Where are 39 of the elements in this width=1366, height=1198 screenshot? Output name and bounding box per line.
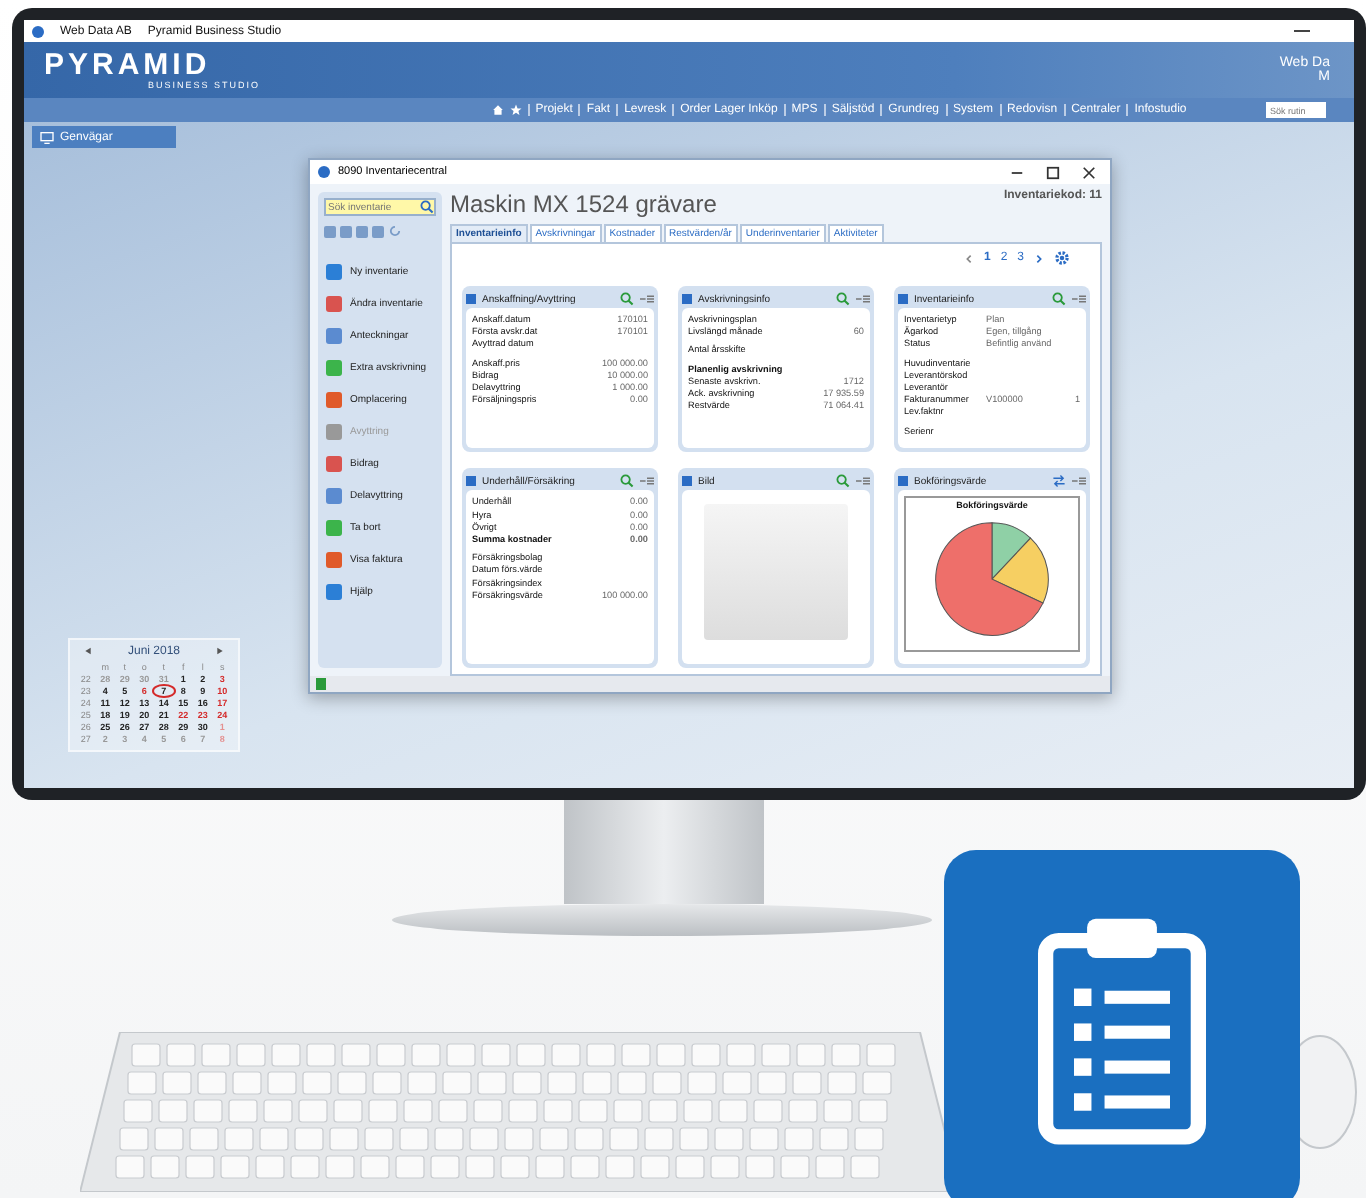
monitor-icon bbox=[40, 131, 54, 143]
zoom-icon[interactable] bbox=[620, 292, 634, 306]
swap-arrows-icon[interactable] bbox=[1052, 474, 1066, 489]
card-icon bbox=[898, 294, 908, 304]
pin-menu-icon[interactable] bbox=[856, 294, 870, 304]
previous-month-arrow[interactable] bbox=[84, 646, 92, 656]
card-icon bbox=[682, 476, 692, 487]
zoom-icon[interactable] bbox=[620, 474, 634, 489]
last-record-button[interactable] bbox=[372, 225, 384, 237]
card-icon bbox=[898, 476, 908, 487]
zoom-icon[interactable] bbox=[1052, 292, 1066, 306]
clipboard-list-icon bbox=[944, 850, 1300, 1198]
card-icon bbox=[466, 476, 476, 487]
search-icon bbox=[420, 200, 434, 214]
maximize-icon[interactable] bbox=[1045, 165, 1059, 179]
pin-menu-icon[interactable] bbox=[640, 476, 654, 487]
zoom-icon[interactable] bbox=[836, 292, 850, 306]
info-icon bbox=[316, 678, 326, 690]
app-icon bbox=[318, 166, 330, 178]
app-icon bbox=[32, 25, 44, 37]
star-icon[interactable] bbox=[509, 104, 522, 116]
photo-placeholder bbox=[704, 504, 848, 641]
refresh-icon[interactable] bbox=[388, 224, 402, 238]
pin-menu-icon[interactable] bbox=[856, 476, 870, 487]
logo-wordmark: PYRAMID bbox=[44, 51, 211, 79]
previous-record-button[interactable] bbox=[340, 225, 352, 237]
pin-menu-icon[interactable] bbox=[1072, 294, 1086, 304]
first-record-button[interactable] bbox=[324, 225, 336, 237]
zoom-icon[interactable] bbox=[836, 474, 850, 489]
close-icon[interactable] bbox=[1081, 165, 1095, 179]
next-record-button[interactable] bbox=[356, 225, 368, 237]
card-icon bbox=[466, 294, 476, 304]
pin-menu-icon[interactable] bbox=[1072, 476, 1086, 487]
settings-icon[interactable] bbox=[1054, 250, 1070, 266]
next-month-arrow[interactable] bbox=[216, 646, 224, 656]
home-icon[interactable] bbox=[491, 104, 504, 116]
pin-menu-icon[interactable] bbox=[640, 294, 654, 304]
record-title: Maskin MX 1524 grävare bbox=[450, 190, 717, 218]
card-icon bbox=[682, 294, 692, 304]
